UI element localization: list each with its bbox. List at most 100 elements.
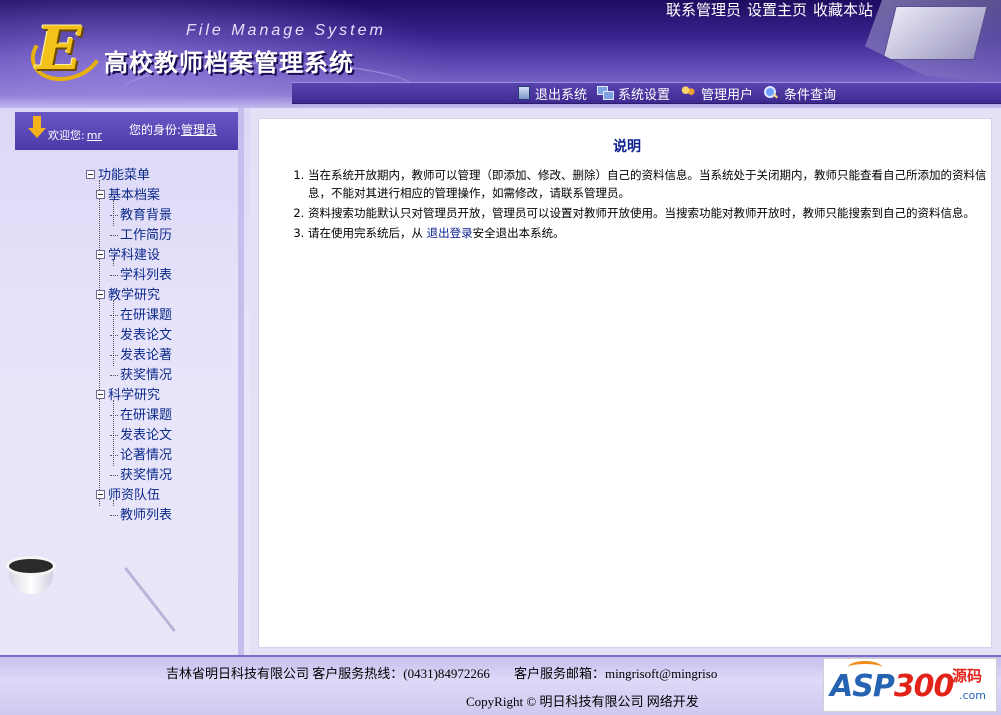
instructions-list: 当在系统开放期内，教师可以管理（即添加、修改、删除）自己的资料信息。当系统处于关…: [288, 166, 1001, 244]
tree-connector: [110, 515, 118, 516]
spoon-decoration: [124, 567, 176, 632]
tree-connector: [110, 315, 118, 316]
nav-query-label: 条件查询: [784, 87, 837, 103]
menu-item-label: 学科列表: [120, 268, 173, 283]
top-links: 联系管理员 设置主页 收藏本站: [666, 0, 879, 20]
page-title: 说明: [613, 139, 641, 155]
user-info-bar: 欢迎您: mr 您的身份:管理员: [15, 112, 238, 150]
set-homepage-link[interactable]: 设置主页: [747, 1, 807, 19]
menu-root-label: 功能菜单: [98, 168, 151, 183]
collapse-icon[interactable]: [96, 250, 105, 259]
list-item: 当在系统开放期内，教师可以管理（即添加、修改、删除）自己的资料信息。当系统处于关…: [308, 166, 1001, 202]
menu-item-teaching-papers[interactable]: 发表论文: [86, 326, 172, 346]
menu-item-label: 工作简历: [120, 228, 173, 243]
asp300-watermark-logo: ASP300 源码 .com: [823, 658, 997, 712]
menu-item-research-awards[interactable]: 获奖情况: [86, 466, 172, 486]
menu-item-label: 获奖情况: [120, 368, 173, 383]
menu-item-research-projects[interactable]: 在研课题: [86, 406, 172, 426]
collapse-icon[interactable]: [86, 170, 95, 179]
menu-item-teaching-awards[interactable]: 获奖情况: [86, 366, 172, 386]
device-screen: [882, 6, 988, 60]
menu-root[interactable]: 功能菜单: [86, 166, 172, 186]
cup-rim: [6, 556, 56, 576]
menu-group-discipline[interactable]: 学科建设: [86, 246, 172, 266]
role-text: 您的身份:管理员: [129, 121, 217, 138]
tree-connector: [110, 435, 118, 436]
main-area: 说明 当在系统开放期内，教师可以管理（即添加、修改、删除）自己的资料信息。当系统…: [250, 108, 1001, 655]
content-panel: 说明 当在系统开放期内，教师可以管理（即添加、修改、删除）自己的资料信息。当系统…: [258, 118, 992, 648]
menu-group-faculty[interactable]: 师资队伍: [86, 486, 172, 506]
role-value-link[interactable]: 管理员: [181, 123, 217, 137]
menu-item-discipline-list[interactable]: 学科列表: [86, 266, 172, 286]
bookmark-site-link[interactable]: 收藏本站: [813, 1, 873, 19]
arrow-down-icon: [28, 116, 46, 138]
nav-users-label: 管理用户: [701, 87, 754, 103]
search-icon: [763, 86, 779, 100]
badge-yuanma: 源码: [951, 667, 982, 685]
nav-system-settings[interactable]: 系统设置: [597, 84, 670, 103]
settings-icon: [597, 86, 615, 100]
nav-manage-users[interactable]: 管理用户: [680, 84, 753, 103]
menu-item-label: 获奖情况: [120, 468, 173, 483]
menu-group-label: 学科建设: [108, 248, 161, 263]
menu-item-work-resume[interactable]: 工作简历: [86, 226, 172, 246]
menu-item-research-papers[interactable]: 发表论文: [86, 426, 172, 446]
collapse-icon[interactable]: [96, 490, 105, 499]
sidebar: 欢迎您: mr 您的身份:管理员 功能菜单 基本档案 教育背景 工作简历 学科建设…: [0, 108, 250, 655]
menu-item-research-works[interactable]: 论著情况: [86, 446, 172, 466]
menu-item-teacher-list[interactable]: 教师列表: [86, 506, 172, 526]
tree-connector: [110, 355, 118, 356]
note3-suffix: 安全退出本系统。: [472, 226, 565, 240]
tree-connector: [110, 275, 118, 276]
menu-item-label: 论著情况: [120, 448, 173, 463]
footer-contact: 吉林省明日科技有限公司 客户服务热线：(0431)84972266 客户服务邮箱：…: [166, 663, 717, 682]
footer-copyright: CopyRight © 明日科技有限公司 网络开发: [466, 694, 699, 709]
menu-item-label: 教育背景: [120, 208, 173, 223]
menu-item-label: 发表论文: [120, 428, 173, 443]
menu-group-label: 师资队伍: [108, 488, 161, 503]
tree-connector: [110, 215, 118, 216]
collapse-icon[interactable]: [96, 390, 105, 399]
welcome-text: 欢迎您: mr: [48, 127, 102, 143]
menu-group-scientific-research[interactable]: 科学研究: [86, 386, 172, 406]
system-name-en: File Manage System: [186, 22, 386, 39]
tree-connector: [110, 235, 118, 236]
badge-word: ASP300: [830, 669, 954, 704]
footer-company: 吉林省明日科技有限公司 客户服务热线：: [166, 666, 404, 681]
tree-connector: [110, 455, 118, 456]
menu-item-teaching-works[interactable]: 发表论著: [86, 346, 172, 366]
list-item: 资料搜索功能默认只对管理员开放，管理员可以设置对教师开放使用。当搜索功能对教师开…: [308, 204, 1001, 222]
users-icon: [680, 86, 697, 100]
menu-item-label: 发表论文: [120, 328, 173, 343]
menu-item-label: 在研课题: [120, 408, 173, 423]
menu-item-education-background[interactable]: 教育背景: [86, 206, 172, 226]
collapse-icon[interactable]: [96, 190, 105, 199]
contact-admin-link[interactable]: 联系管理员: [666, 1, 741, 19]
tree-connector: [110, 475, 118, 476]
footer-email-label: 客户服务邮箱：: [513, 666, 605, 681]
username-link[interactable]: mr: [87, 129, 102, 142]
menu-item-label: 教师列表: [120, 508, 173, 523]
menu-item-label: 在研课题: [120, 308, 173, 323]
menu-group-label: 科学研究: [108, 388, 161, 403]
menu-item-teaching-projects[interactable]: 在研课题: [86, 306, 172, 326]
system-name-cn: 高校教师档案管理系统: [104, 49, 354, 77]
nav-condition-query[interactable]: 条件查询: [763, 84, 836, 103]
collapse-icon[interactable]: [96, 290, 105, 299]
logo-e-icon: E: [36, 14, 82, 84]
menu-item-label: 发表论著: [120, 348, 173, 363]
sidebar-edge: [238, 108, 244, 655]
nav-exit-system[interactable]: 退出系统: [518, 84, 587, 103]
menu-group-label: 基本档案: [108, 188, 161, 203]
exit-icon: [518, 86, 530, 100]
footer-hotline: (0431)84972266: [403, 666, 490, 681]
welcome-label: 欢迎您:: [48, 129, 85, 142]
menu-group-basic-archive[interactable]: 基本档案: [86, 186, 172, 206]
coffee-cup-image: [0, 548, 70, 608]
nav-bar: 退出系统 系统设置 管理用户 条件查询: [292, 82, 1001, 104]
tree-connector: [110, 375, 118, 376]
list-item: 请在使用完系统后，从 退出登录安全退出本系统。: [308, 224, 1001, 242]
menu-group-teaching-research[interactable]: 教学研究: [86, 286, 172, 306]
badge-asp: ASP: [830, 669, 895, 704]
logout-link[interactable]: 退出登录: [427, 226, 473, 240]
